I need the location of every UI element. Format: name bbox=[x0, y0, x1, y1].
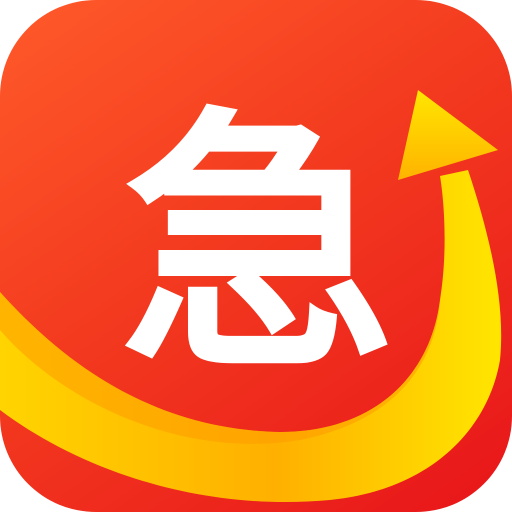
rising-arrow-icon bbox=[398, 90, 498, 180]
app-icon[interactable]: 急 bbox=[0, 0, 512, 512]
app-logo-glyph: 急 bbox=[120, 86, 396, 407]
